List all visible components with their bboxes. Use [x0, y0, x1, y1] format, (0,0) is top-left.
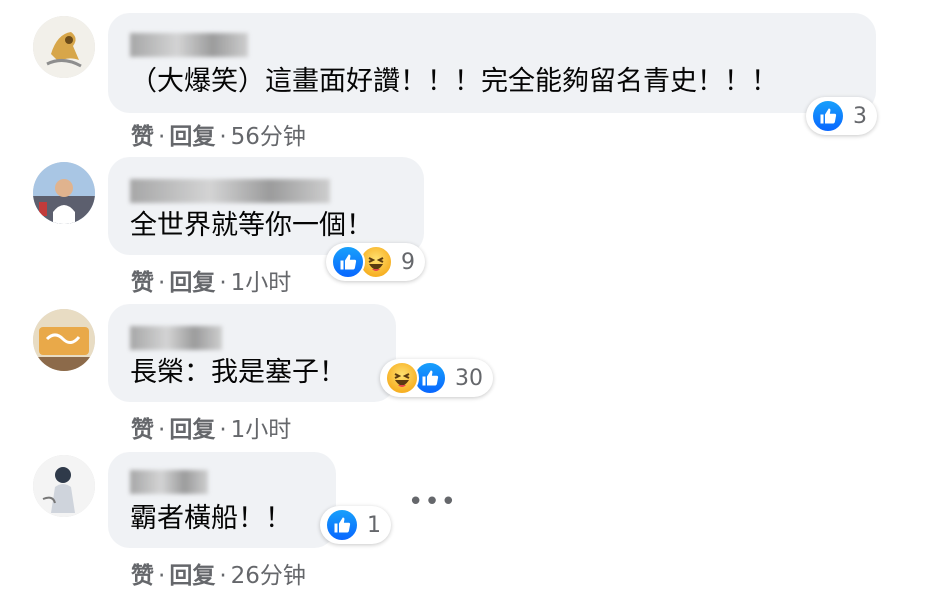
author-name-blurred[interactable]: [130, 326, 222, 350]
thumbs-up-icon: [331, 245, 365, 279]
like-button[interactable]: 赞: [131, 270, 154, 296]
avatar-image: [33, 162, 95, 224]
author-name-blurred[interactable]: [130, 179, 330, 203]
like-button[interactable]: 赞: [131, 124, 154, 150]
comment-bubble: 長榮：我是塞子！: [108, 304, 396, 402]
reaction-summary[interactable]: 1: [320, 506, 391, 544]
comment-text: 全世界就等你一個！: [130, 210, 373, 241]
reaction-count: 30: [455, 365, 483, 391]
avatar-image: [33, 309, 95, 371]
separator: ·: [158, 417, 166, 443]
reply-button[interactable]: 回复: [169, 563, 215, 589]
avatar-image: [33, 16, 95, 78]
thumbs-up-icon: [325, 508, 359, 542]
timestamp[interactable]: 1小时: [231, 270, 292, 296]
reaction-summary[interactable]: 9: [326, 243, 425, 281]
comment-text: （大爆笑）這畫面好讚！！！完全能夠留名青史！！！: [130, 66, 778, 97]
reaction-summary[interactable]: 30: [380, 359, 493, 397]
author-name-blurred[interactable]: [130, 470, 208, 494]
comment-actions: 赞 · 回复 · 26分钟: [131, 556, 306, 590]
avatar[interactable]: [33, 16, 95, 78]
avatar[interactable]: [33, 455, 95, 517]
comment-bubble: （大爆笑）這畫面好讚！！！完全能夠留名青史！！！: [108, 13, 876, 113]
comment-text: 霸者橫船！！: [130, 503, 292, 534]
comment-bubble: 霸者橫船！！: [108, 452, 336, 548]
timestamp[interactable]: 1小时: [231, 417, 292, 443]
separator: ·: [219, 563, 227, 589]
timestamp[interactable]: 56分钟: [231, 124, 306, 150]
reaction-summary[interactable]: 3: [806, 97, 877, 135]
thumbs-up-icon: [811, 99, 845, 133]
comment-actions: 赞 · 回复 · 1小时: [131, 410, 291, 444]
timestamp[interactable]: 26分钟: [231, 563, 306, 589]
reply-button[interactable]: 回复: [169, 124, 215, 150]
reaction-count: 3: [853, 103, 867, 129]
reply-button[interactable]: 回复: [169, 417, 215, 443]
avatar[interactable]: [33, 162, 95, 224]
separator: ·: [219, 270, 227, 296]
avatar-image: [33, 455, 95, 517]
reaction-count: 9: [401, 249, 415, 275]
comment-bubble: 全世界就等你一個！: [108, 157, 424, 255]
author-name-blurred[interactable]: [130, 33, 248, 57]
laughing-face-icon: [385, 361, 419, 395]
more-options-icon[interactable]: •••: [408, 487, 457, 517]
like-button[interactable]: 赞: [131, 563, 154, 589]
separator: ·: [219, 417, 227, 443]
avatar[interactable]: [33, 309, 95, 371]
separator: ·: [158, 563, 166, 589]
comment-text: 長榮：我是塞子！: [130, 357, 346, 388]
comment-actions: 赞 · 回复 · 1小时: [131, 263, 291, 297]
comment-actions: 赞 · 回复 · 56分钟: [131, 117, 306, 151]
like-button[interactable]: 赞: [131, 417, 154, 443]
separator: ·: [158, 270, 166, 296]
reaction-count: 1: [367, 512, 381, 538]
separator: ·: [158, 124, 166, 150]
reply-button[interactable]: 回复: [169, 270, 215, 296]
separator: ·: [219, 124, 227, 150]
